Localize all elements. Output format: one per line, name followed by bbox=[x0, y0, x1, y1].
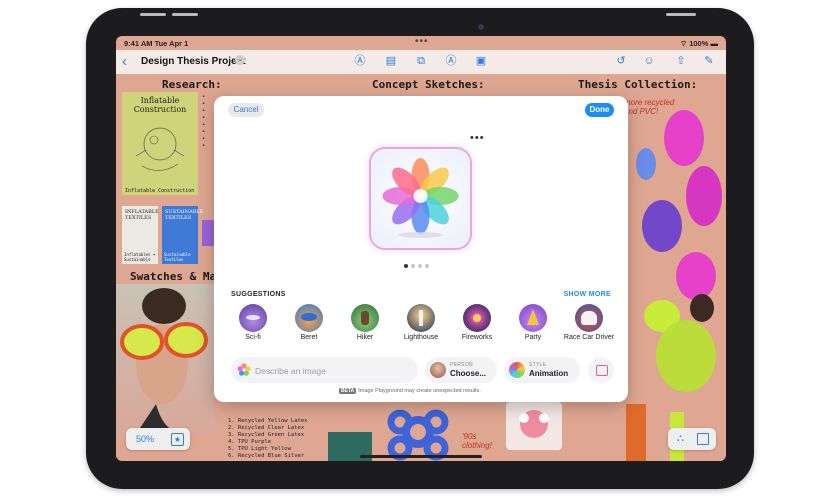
collaborate-icon[interactable]: ☺ bbox=[642, 54, 656, 68]
suggestions-heading: SUGGESTIONS bbox=[231, 291, 286, 298]
back-chevron-icon[interactable]: ‹ bbox=[122, 53, 127, 70]
poster-title: INFLATABLE TEXTILES bbox=[125, 209, 159, 221]
handwritten-note: more recycled and PVC! bbox=[624, 98, 675, 116]
describe-image-input[interactable] bbox=[253, 362, 417, 380]
beta-tag: BETA bbox=[339, 388, 357, 394]
ufo-icon bbox=[239, 304, 267, 332]
person-picker-label: PERSON bbox=[450, 362, 473, 368]
volume-button bbox=[140, 13, 166, 16]
glass-flower-image bbox=[371, 149, 470, 248]
pink-object-photo[interactable] bbox=[506, 402, 562, 450]
poster-caption: Inflatable Construction bbox=[125, 188, 195, 194]
lighthouse-icon bbox=[407, 304, 435, 332]
battery-indicator: ⌔ 100% ▬ bbox=[680, 39, 718, 48]
done-button[interactable]: Done bbox=[585, 103, 614, 117]
textile-poster[interactable]: INFLATABLE TEXTILES Inflatables + Sustai… bbox=[122, 206, 159, 264]
style-picker-label: STYLE bbox=[529, 362, 547, 368]
suggestion-lighthouse[interactable]: Lighthouse bbox=[391, 304, 451, 344]
status-bar: 9:41 AM Tue Apr 1 ••• ⌔ 100% ▬ bbox=[116, 36, 726, 50]
show-more-link[interactable]: SHOW MORE bbox=[564, 291, 611, 298]
blue-flower-sculpture bbox=[387, 409, 449, 461]
racing-helmet-icon bbox=[575, 304, 603, 332]
hiker-icon bbox=[351, 304, 379, 332]
connector-icon[interactable]: ⛬ bbox=[677, 433, 684, 444]
suggestion-label: Party bbox=[524, 334, 542, 341]
cancel-button[interactable]: Cancel bbox=[228, 103, 264, 117]
beta-disclaimer: BETA Image Playground may create unexpect… bbox=[339, 388, 481, 394]
portrait-photo[interactable] bbox=[116, 284, 214, 434]
more-options-icon[interactable]: ••• bbox=[470, 132, 485, 144]
media-icon[interactable]: ▣ bbox=[474, 54, 488, 68]
sketch-illustration bbox=[135, 127, 185, 171]
compose-icon[interactable]: ✎ bbox=[702, 54, 716, 68]
board-heading: Swatches & Mak bbox=[130, 270, 223, 283]
party-hat-icon bbox=[519, 304, 547, 332]
share-icon[interactable]: ⇧ bbox=[674, 54, 688, 68]
shapes-icon[interactable]: ⧉ bbox=[414, 54, 428, 68]
beret-icon bbox=[295, 304, 323, 332]
favorite-icon[interactable]: ★ bbox=[171, 433, 184, 446]
textile-poster[interactable]: SUSTAINABLE TEXTILES Sustainable Textile… bbox=[162, 206, 204, 264]
board-heading: Concept Sketches: bbox=[372, 78, 485, 91]
add-photo-button[interactable] bbox=[588, 357, 614, 383]
suggestion-race-car-driver[interactable]: Race Car Driver bbox=[559, 304, 619, 344]
corner-tools: ⛬ bbox=[668, 428, 716, 450]
home-indicator[interactable] bbox=[360, 455, 482, 458]
volume-button bbox=[172, 13, 198, 16]
suggestion-sci-fi[interactable]: Sci-fi bbox=[223, 304, 283, 344]
text-box-icon[interactable]: Ⓐ bbox=[444, 54, 458, 68]
suggestion-label: Race Car Driver bbox=[563, 334, 615, 341]
suggestion-label: Beret bbox=[300, 334, 318, 341]
image-playground-icon bbox=[237, 363, 251, 376]
handwritten-note: '90s clothing! bbox=[462, 432, 492, 450]
person-avatar bbox=[430, 362, 446, 378]
pink-balloon-illustration bbox=[519, 410, 549, 438]
person-picker-value: Choose... bbox=[450, 369, 487, 378]
generated-image-preview[interactable] bbox=[371, 149, 470, 248]
front-camera bbox=[478, 24, 484, 30]
pen-tool-icon[interactable]: Ⓐ bbox=[353, 54, 367, 68]
board-title[interactable]: Design Thesis Project bbox=[141, 56, 245, 67]
clock: 9:41 AM Tue Apr 1 bbox=[124, 39, 189, 48]
image-playground-sheet: Cancel Done ••• SUGGESTIONS SHOW MORE Sc… bbox=[214, 96, 628, 402]
poster-caption: Sustainable Textiles bbox=[164, 252, 191, 262]
board-heading: Research: bbox=[162, 78, 222, 91]
undo-icon[interactable]: ↺ bbox=[614, 54, 628, 68]
suggestion-beret[interactable]: Beret bbox=[279, 304, 339, 344]
suggestion-hiker[interactable]: Hiker bbox=[335, 304, 395, 344]
zoom-level[interactable]: 50% bbox=[136, 434, 154, 444]
frame-icon[interactable] bbox=[697, 433, 709, 445]
style-picker-value: Animation bbox=[529, 369, 569, 378]
poster-title: Inflatable Construction bbox=[133, 96, 187, 114]
suggestion-label: Hiker bbox=[356, 334, 374, 341]
suggestion-label: Fireworks bbox=[461, 334, 493, 341]
describe-image-field[interactable] bbox=[231, 357, 418, 383]
zoom-control[interactable]: 50% ★ bbox=[126, 428, 190, 450]
chevron-down-icon[interactable]: ⌄ bbox=[235, 55, 245, 65]
person-picker[interactable]: PERSON Choose... bbox=[425, 357, 497, 383]
suggestion-label: Lighthouse bbox=[403, 334, 439, 341]
sticky-note-icon[interactable]: ▤ bbox=[384, 54, 398, 68]
freeform-toolbar: ‹ Design Thesis Project ⌄ Ⓐ ▤ ⧉ Ⓐ ▣ ↺ ☺ … bbox=[116, 50, 726, 74]
poster-caption: Inflatables + Sustainable bbox=[124, 252, 156, 262]
fireworks-icon bbox=[463, 304, 491, 332]
research-poster[interactable]: Inflatable Construction Inflatable Const… bbox=[122, 92, 198, 195]
sunglasses-portrait-illustration bbox=[120, 288, 208, 434]
power-button bbox=[666, 13, 696, 16]
materials-list: 1. Recycled Yellow Latex 2. Recycled Cle… bbox=[228, 418, 308, 459]
suggestion-party[interactable]: Party bbox=[503, 304, 563, 344]
style-picker[interactable]: STYLE Animation bbox=[504, 357, 580, 383]
suggestion-label: Sci-fi bbox=[245, 334, 261, 341]
photo-icon bbox=[596, 365, 608, 376]
suggestion-fireworks[interactable]: Fireworks bbox=[447, 304, 507, 344]
multitask-dots-icon[interactable]: ••• bbox=[415, 36, 429, 47]
poster-title: SUSTAINABLE TEXTILES bbox=[165, 209, 204, 221]
purple-note[interactable] bbox=[202, 220, 214, 246]
image-page-indicator[interactable] bbox=[404, 255, 444, 268]
animation-style-icon bbox=[509, 362, 525, 378]
ipad-screen: Research: Concept Sketches: Thesis Colle… bbox=[116, 36, 726, 461]
